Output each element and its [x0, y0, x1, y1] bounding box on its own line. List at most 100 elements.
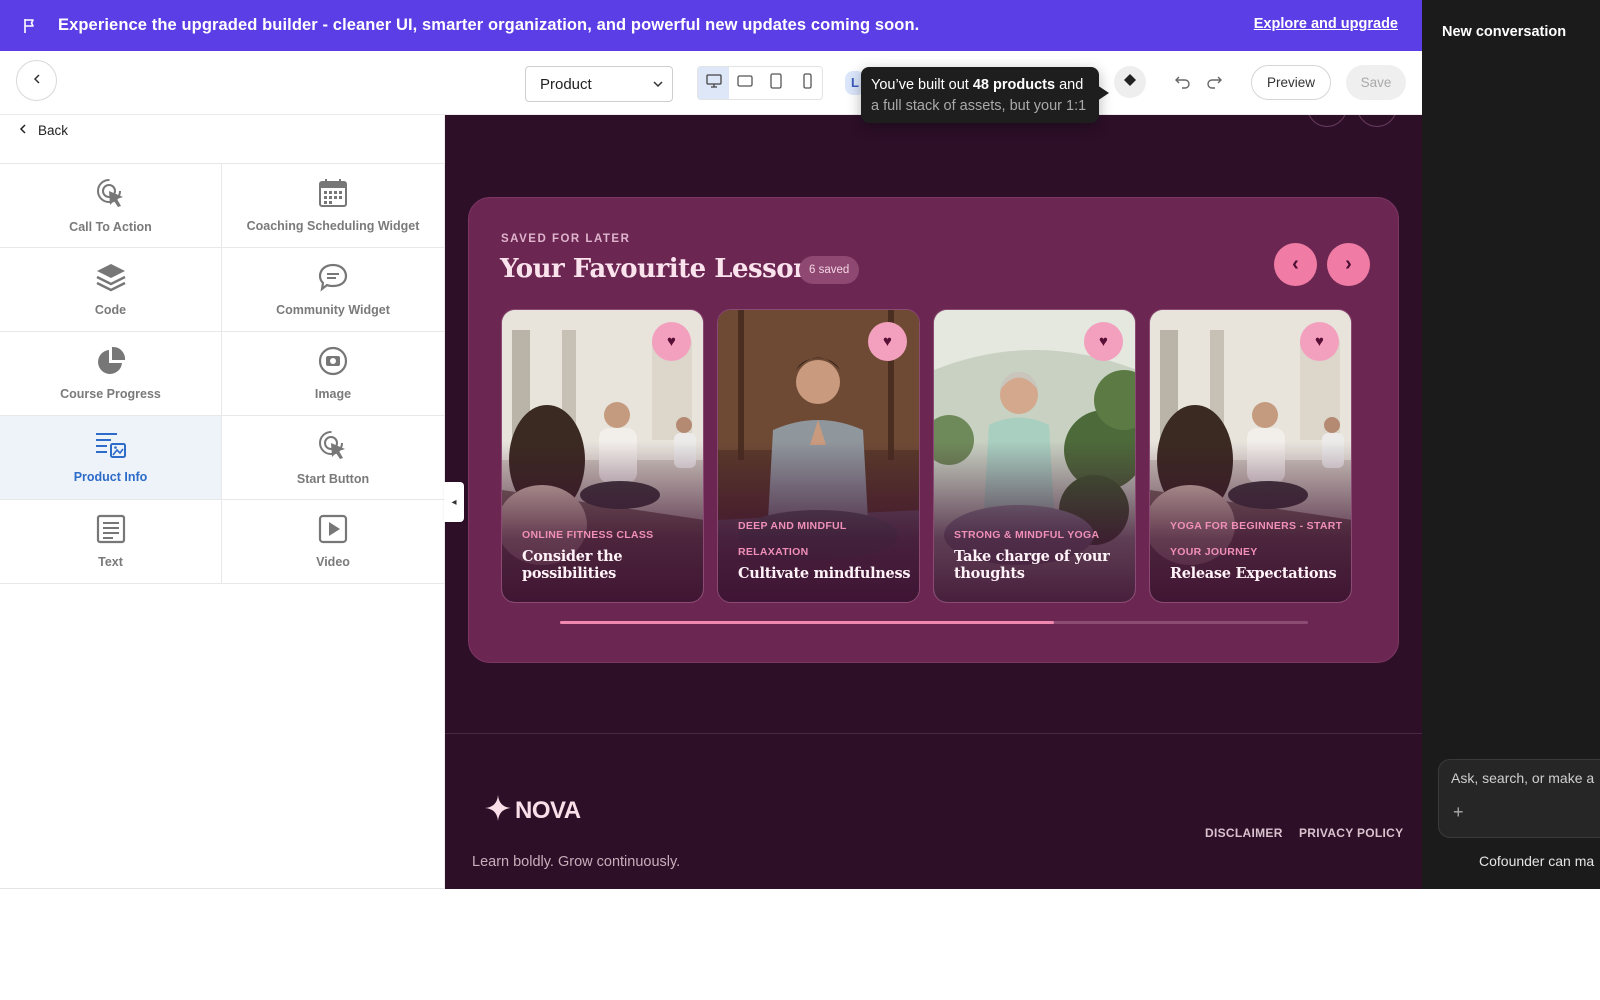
- undo-icon: [1174, 73, 1192, 94]
- lesson-category: YOGA FOR BEGINNERS - START YOUR JOURNEY: [1170, 520, 1343, 558]
- favourite-heart-button[interactable]: ♥: [652, 322, 691, 361]
- footer-divider: [445, 733, 1422, 734]
- desktop-icon: [705, 73, 722, 93]
- carousel-scroll-thumb[interactable]: [560, 621, 1054, 624]
- widget-label: Video: [316, 555, 350, 569]
- layers-icon: [95, 262, 127, 297]
- widget-text[interactable]: Text: [0, 500, 222, 584]
- widget-coaching-scheduling[interactable]: Coaching Scheduling Widget: [222, 164, 445, 248]
- lesson-category: STRONG & MINDFUL YOGA: [954, 529, 1100, 541]
- heart-icon: ♥: [1099, 333, 1108, 350]
- back-label: Back: [38, 123, 69, 138]
- product-info-icon: [95, 431, 127, 464]
- heart-icon: ♥: [667, 333, 676, 350]
- banner-text: Experience the upgraded builder - cleane…: [58, 16, 920, 34]
- tooltip-arrow: [1097, 85, 1109, 101]
- explore-upgrade-link[interactable]: Explore and upgrade: [1254, 16, 1398, 32]
- page-type-select[interactable]: Product: [525, 66, 673, 102]
- save-button[interactable]: Save: [1346, 65, 1406, 100]
- widget-community[interactable]: Community Widget: [222, 248, 445, 332]
- tooltip-line-1: You’ve built out 48 products and: [871, 77, 1084, 93]
- lesson-card[interactable]: ♥ ONLINE FITNESS CLASS Consider the poss…: [501, 309, 704, 603]
- widget-label: Text: [98, 555, 123, 569]
- tooltip-line-2: a full stack of assets, but your 1:1: [871, 98, 1087, 114]
- chat-disclaimer: Cofounder can ma: [1479, 853, 1595, 869]
- calendar-icon: [318, 178, 348, 213]
- redo-button[interactable]: [1203, 72, 1225, 94]
- flag-icon: [22, 17, 40, 35]
- lesson-title: Cultivate mindfulness: [738, 565, 911, 582]
- widget-grid: Call To Action Coaching Scheduling Widge…: [0, 163, 445, 584]
- lesson-title: Release Expectations: [1170, 565, 1337, 582]
- carousel-next-button[interactable]: ›: [1327, 243, 1370, 286]
- back-button[interactable]: [16, 60, 57, 101]
- redo-icon: [1205, 73, 1223, 94]
- desktop-view-button[interactable]: [698, 67, 729, 99]
- favourite-heart-button[interactable]: ♥: [1300, 322, 1339, 361]
- chevron-left-icon: ◂: [451, 496, 457, 508]
- device-switcher: [697, 66, 823, 100]
- upgrade-banner: Experience the upgraded builder - cleane…: [0, 0, 1422, 51]
- tablet-landscape-icon: [736, 74, 753, 93]
- widget-product-info[interactable]: Product Info: [0, 416, 222, 500]
- widget-image[interactable]: Image: [222, 332, 445, 416]
- brand-name: NOVA: [515, 796, 581, 824]
- widget-video[interactable]: Video: [222, 500, 445, 584]
- cursor-click-icon: [95, 177, 127, 214]
- lesson-title: Consider the possibilities: [522, 548, 623, 582]
- widget-start-button[interactable]: Start Button: [222, 416, 445, 500]
- partial-nav-circle: [1307, 115, 1347, 127]
- widget-course-progress[interactable]: Course Progress: [0, 332, 222, 416]
- pie-chart-icon: [96, 346, 126, 381]
- collapse-panel-button[interactable]: ◂: [444, 482, 464, 522]
- chevron-right-icon: ›: [1345, 253, 1352, 275]
- section-eyebrow: SAVED FOR LATER: [501, 233, 631, 245]
- plus-icon[interactable]: +: [1453, 802, 1464, 823]
- mobile-icon: [801, 72, 813, 94]
- tablet-view-button[interactable]: [760, 67, 791, 99]
- premium-button[interactable]: [1114, 66, 1146, 98]
- widget-call-to-action[interactable]: Call To Action: [0, 164, 222, 248]
- favourite-lessons-section: SAVED FOR LATER Your Favourite Lessons 6…: [468, 197, 1399, 663]
- widget-label: Call To Action: [69, 220, 152, 234]
- section-title: Your Favourite Lessons: [500, 254, 826, 284]
- favourite-heart-button[interactable]: ♥: [1084, 322, 1123, 361]
- carousel-scrollbar[interactable]: [560, 621, 1308, 624]
- widget-panel: Back Call To Action Coaching Scheduling …: [0, 115, 445, 889]
- lesson-category: DEEP AND MINDFUL RELAXATION: [738, 520, 847, 558]
- chevron-left-icon: [18, 123, 28, 138]
- heart-icon: ♥: [1315, 333, 1324, 350]
- lesson-category: ONLINE FITNESS CLASS: [522, 529, 654, 541]
- tablet-landscape-view-button[interactable]: [729, 67, 760, 99]
- carousel-prev-button[interactable]: ‹: [1274, 243, 1317, 286]
- brand-logo[interactable]: NOVA: [485, 795, 581, 826]
- camera-icon: [318, 346, 348, 381]
- page-canvas: SAVED FOR LATER Your Favourite Lessons 6…: [445, 115, 1422, 889]
- tablet-icon: [769, 72, 783, 94]
- lesson-title: Take charge of your thoughts: [954, 548, 1110, 582]
- widget-code[interactable]: Code: [0, 248, 222, 332]
- chat-title: New conversation: [1442, 24, 1567, 40]
- saved-count-badge: 6 saved: [799, 256, 860, 284]
- lesson-card[interactable]: ♥ YOGA FOR BEGINNERS - START YOUR JOURNE…: [1149, 309, 1352, 603]
- chevron-left-icon: ‹: [1292, 253, 1299, 275]
- lesson-card[interactable]: ♥ STRONG & MINDFUL YOGA Take charge of y…: [933, 309, 1136, 603]
- widget-label: Coaching Scheduling Widget: [246, 219, 420, 233]
- widget-label: Code: [94, 303, 127, 317]
- undo-button[interactable]: [1172, 72, 1194, 94]
- lesson-card[interactable]: ♥ DEEP AND MINDFUL RELAXATION Cultivate …: [717, 309, 920, 603]
- chevron-left-icon: [31, 72, 43, 90]
- chat-bubble-icon: [318, 262, 348, 297]
- panel-back-link[interactable]: Back: [18, 123, 68, 138]
- preview-button[interactable]: Preview: [1251, 65, 1331, 100]
- chat-input[interactable]: [1451, 770, 1600, 786]
- disclaimer-link[interactable]: DISCLAIMER: [1205, 826, 1283, 840]
- privacy-policy-link[interactable]: PRIVACY POLICY: [1299, 826, 1403, 840]
- chat-composer: +: [1438, 759, 1600, 838]
- diamond-icon: [1123, 73, 1137, 92]
- widget-label: Image: [314, 387, 352, 401]
- favourite-heart-button[interactable]: ♥: [868, 322, 907, 361]
- assistant-panel: New conversation + Cofounder can ma: [1422, 0, 1600, 889]
- mobile-view-button[interactable]: [791, 67, 822, 99]
- heart-icon: ♥: [883, 333, 892, 350]
